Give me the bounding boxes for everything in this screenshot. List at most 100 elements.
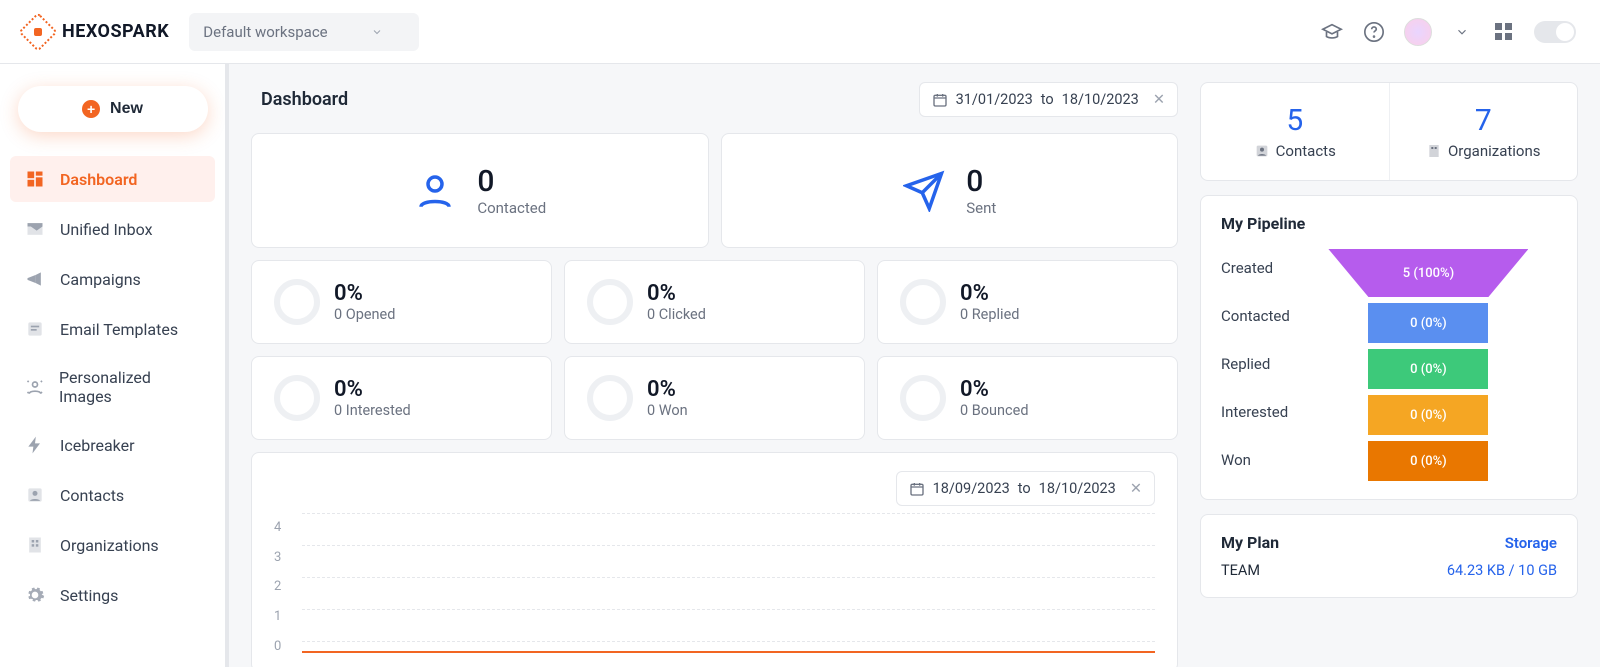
stat-sent: 0 Sent [721,133,1179,248]
sidebar-item-label: Email Templates [60,320,178,339]
progress-ring [587,279,633,325]
stat-value: 0 [477,164,546,199]
date-to: 18/10/2023 [1039,480,1116,497]
date-to: 18/10/2023 [1062,91,1139,108]
page-title: Dashboard [251,89,348,110]
sidebar-item-contacts[interactable]: Contacts [10,472,215,518]
avatar[interactable] [1404,18,1432,46]
y-tick: 3 [274,543,281,573]
sidebar-item-label: Settings [60,586,118,605]
storage-link[interactable]: Storage [1505,534,1557,552]
sidebar-item-dashboard[interactable]: Dashboard [10,156,215,202]
date-from: 31/01/2023 [956,91,1033,108]
stat-sub: 0 Opened [334,306,395,323]
funnel-bar: 0 (0%) [1368,441,1488,481]
summary-value: 7 [1400,103,1568,138]
date-range-picker[interactable]: 31/01/2023 to 18/10/2023 ✕ [919,82,1178,117]
chart-grid [302,513,1155,661]
building-icon [1426,143,1442,159]
date-sep: to [1041,91,1054,108]
chart-y-axis: 4 3 2 1 0 [274,513,281,661]
new-button-label: New [110,100,143,118]
sidebar-item-settings[interactable]: Settings [10,572,215,618]
progress-ring [587,375,633,421]
progress-ring [274,279,320,325]
workspace-label: Default workspace [203,23,327,41]
stat-interested: 0%0 Interested [251,356,552,440]
funnel-label: Replied [1221,355,1290,373]
summary-label: Organizations [1448,142,1541,160]
funnel-label: Contacted [1221,307,1290,325]
stat-won: 0%0 Won [564,356,865,440]
summary-contacts[interactable]: 5 Contacts [1201,83,1390,180]
avatar-chevron-icon[interactable] [1450,20,1474,44]
stat-bounced: 0%0 Bounced [877,356,1178,440]
apps-grid-icon[interactable] [1492,20,1516,44]
contact-icon [24,484,46,506]
stat-pct: 0% [334,377,411,402]
calendar-icon [932,92,948,108]
topbar-right [1320,18,1576,46]
topbar: HEXOSPARK Default workspace [0,0,1600,64]
pipeline-title: My Pipeline [1221,214,1557,233]
contact-icon [1254,143,1270,159]
logo[interactable]: HEXOSPARK [24,18,169,46]
stat-sub: 0 Bounced [960,402,1029,419]
y-tick: 1 [274,602,281,632]
plan-tier: TEAM [1221,562,1260,579]
pipeline-labels: Created Contacted Replied Interested Won [1221,249,1290,481]
stat-sub: 0 Replied [960,306,1019,323]
workspace-select[interactable]: Default workspace [189,13,419,51]
funnel-bar: 0 (0%) [1368,395,1488,435]
sidebar-item-campaigns[interactable]: Campaigns [10,256,215,302]
gear-icon [24,584,46,606]
clear-date-icon[interactable]: ✕ [1130,480,1142,497]
summary-organizations[interactable]: 7 Organizations [1390,83,1578,180]
funnel-label: Interested [1221,403,1290,421]
image-person-icon [24,376,45,398]
plan-usage: 64.23 KB / 10 GB [1447,562,1557,579]
academy-icon[interactable] [1320,20,1344,44]
theme-toggle[interactable] [1534,21,1576,43]
pipeline-card: My Pipeline Created Contacted Replied In… [1200,195,1578,500]
stat-value: 0 [966,164,996,199]
stat-pct: 0% [960,281,1019,306]
stat-replied: 0%0 Replied [877,260,1178,344]
stat-label: Sent [966,199,996,217]
person-icon [413,169,457,213]
sidebar-item-label: Campaigns [60,270,141,289]
building-icon [24,534,46,556]
sidebar-item-templates[interactable]: Email Templates [10,306,215,352]
sidebar-item-personalized-images[interactable]: Personalized Images [10,356,215,418]
help-icon[interactable] [1362,20,1386,44]
clear-date-icon[interactable]: ✕ [1153,91,1165,108]
sidebar-item-organizations[interactable]: Organizations [10,522,215,568]
inbox-icon [24,218,46,240]
date-from: 18/09/2023 [933,480,1010,497]
stat-clicked: 0%0 Clicked [564,260,865,344]
sidebar-item-icebreaker[interactable]: Icebreaker [10,422,215,468]
calendar-icon [909,481,925,497]
main-content: Dashboard 31/01/2023 to 18/10/2023 ✕ 0 C… [226,64,1200,667]
stat-sub: 0 Won [647,402,688,419]
sidebar-item-inbox[interactable]: Unified Inbox [10,206,215,252]
summary-label: Contacts [1276,142,1336,160]
progress-ring [900,279,946,325]
stat-pct: 0% [647,281,706,306]
hexospark-logo-icon [24,18,52,46]
sidebar-item-label: Organizations [60,536,159,555]
chart-date-range[interactable]: 18/09/2023 to 18/10/2023 ✕ [896,471,1155,506]
plan-title: My Plan [1221,533,1279,552]
right-column: 5 Contacts 7 Organizations M [1200,64,1600,667]
funnel-bar: 0 (0%) [1368,303,1488,343]
summary-value: 5 [1211,103,1379,138]
stat-pct: 0% [334,281,395,306]
send-icon [902,169,946,213]
sidebar-item-label: Icebreaker [60,436,135,455]
chevron-down-icon [371,26,383,38]
stat-sub: 0 Clicked [647,306,706,323]
progress-ring [274,375,320,421]
new-button[interactable]: + New [18,86,208,132]
sidebar: + New Dashboard Unified Inbox Campaigns [0,64,226,667]
funnel-label: Won [1221,451,1290,469]
